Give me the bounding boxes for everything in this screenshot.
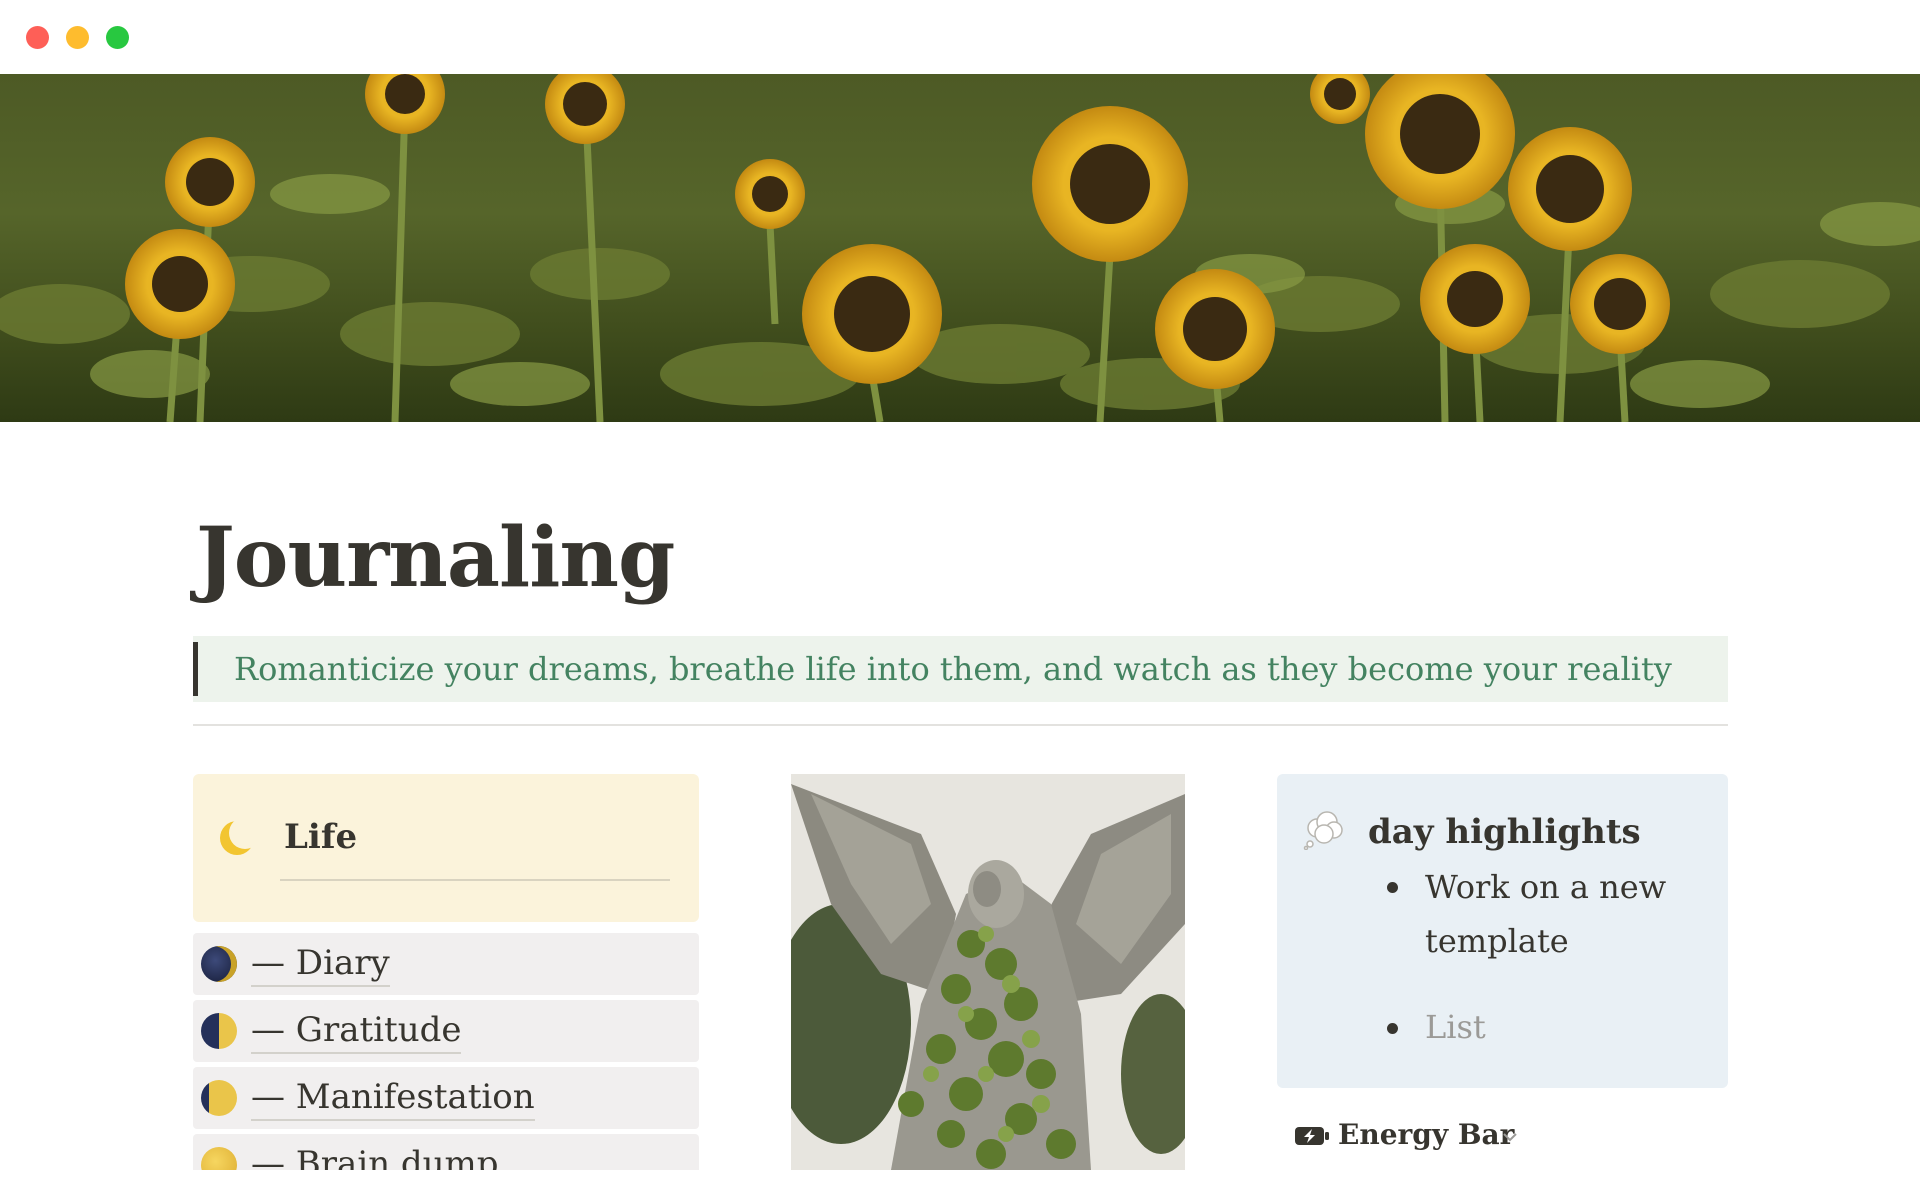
battery-charging-icon bbox=[1295, 1127, 1329, 1145]
brain-dump-link[interactable]: — Brain dump bbox=[193, 1134, 699, 1170]
day-highlights-title: day highlights bbox=[1368, 812, 1641, 852]
quote-text[interactable]: Romanticize your dreams, breathe life in… bbox=[234, 649, 1672, 689]
columns-area: Life — Diary — Gratitude — Manifestation… bbox=[0, 760, 1920, 1170]
life-callout[interactable]: Life bbox=[193, 774, 699, 922]
angel-statue-image[interactable] bbox=[791, 774, 1185, 1170]
window-titlebar bbox=[0, 0, 1920, 74]
chevron-down-icon[interactable] bbox=[1500, 1127, 1520, 1147]
highlight-item[interactable]: Work on a new template bbox=[1425, 860, 1685, 968]
quote-block[interactable]: Romanticize your dreams, breathe life in… bbox=[193, 636, 1728, 702]
gratitude-link[interactable]: — Gratitude bbox=[193, 1000, 699, 1062]
bullet-dot bbox=[1387, 1023, 1398, 1034]
zoom-window-button[interactable] bbox=[106, 26, 129, 49]
minimize-window-button[interactable] bbox=[66, 26, 89, 49]
waxing-gibbous-moon-icon bbox=[201, 1080, 237, 1116]
cover-image bbox=[0, 74, 1920, 422]
brain-dump-link-label: — Brain dump bbox=[251, 1142, 499, 1170]
diary-link-label: — Diary bbox=[251, 941, 390, 987]
diary-link[interactable]: — Diary bbox=[193, 933, 699, 995]
manifestation-link[interactable]: — Manifestation bbox=[193, 1067, 699, 1129]
gratitude-link-label: — Gratitude bbox=[251, 1008, 462, 1054]
thought-balloon-icon bbox=[1303, 811, 1343, 850]
full-moon-icon bbox=[201, 1147, 237, 1170]
energy-bar-label: Energy Bar bbox=[1338, 1118, 1515, 1151]
divider bbox=[193, 724, 1728, 726]
life-title-underline bbox=[280, 879, 670, 881]
new-moon-icon bbox=[201, 946, 237, 982]
life-title: Life bbox=[284, 817, 358, 857]
bullet-dot bbox=[1387, 882, 1398, 893]
day-highlights-callout[interactable]: day highlights Work on a new template Li… bbox=[1277, 774, 1728, 1088]
close-window-button[interactable] bbox=[26, 26, 49, 49]
quote-bar bbox=[193, 642, 198, 696]
first-quarter-moon-icon bbox=[201, 1013, 237, 1049]
page-title[interactable]: Journaling bbox=[196, 508, 675, 608]
manifestation-link-label: — Manifestation bbox=[251, 1075, 535, 1121]
angel-statue-illustration bbox=[791, 774, 1185, 1170]
highlight-placeholder-item[interactable]: List bbox=[1425, 1000, 1685, 1054]
crescent-moon-icon bbox=[220, 821, 254, 855]
sunflower-field-illustration bbox=[0, 74, 1920, 422]
